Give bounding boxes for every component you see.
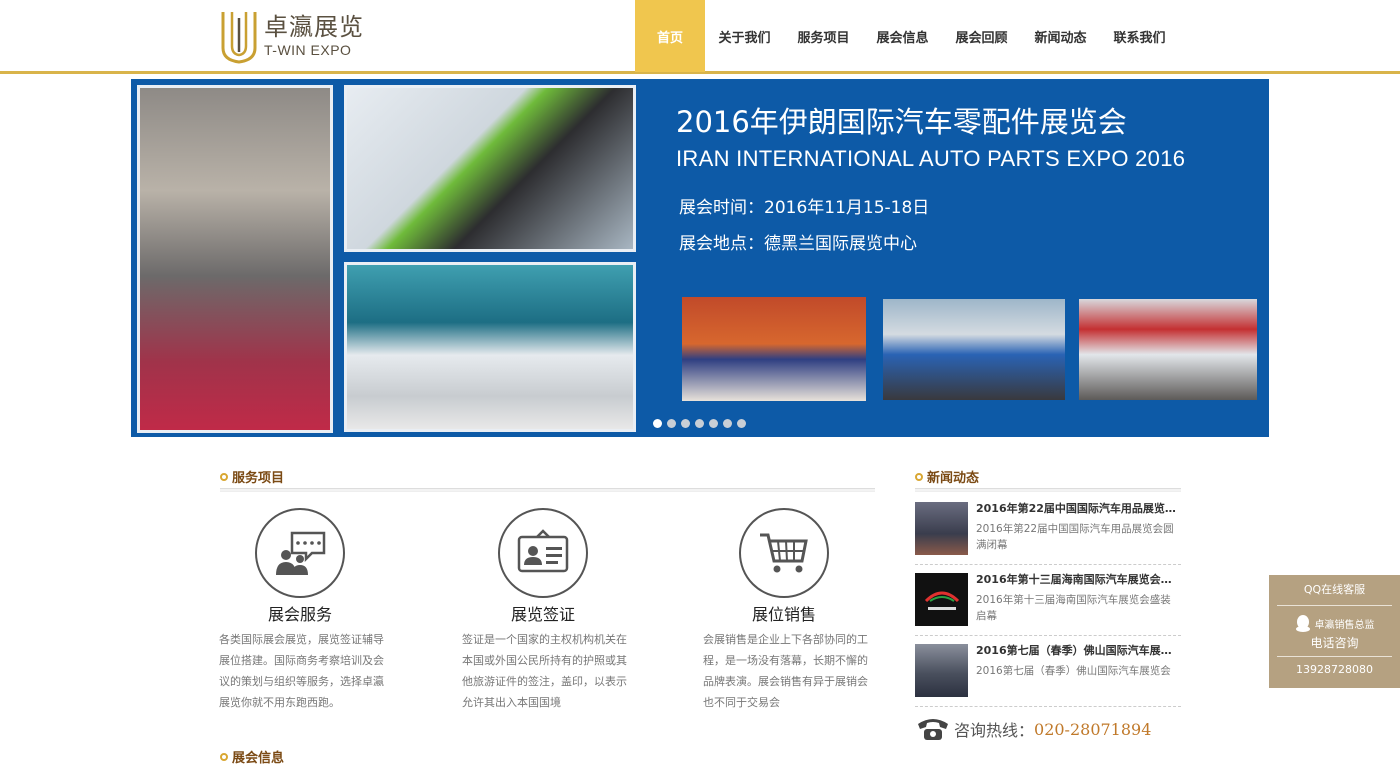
service-title[interactable]: 展览签证: [462, 601, 624, 625]
news-thumbnail: [915, 573, 968, 626]
news-item[interactable]: 2016第七届（春季）佛山国际汽车展… 2016第七届（春季）佛山国际汽车展览会: [915, 641, 1181, 707]
news-heading: 新闻动态: [915, 467, 979, 486]
carousel-dot[interactable]: [681, 419, 690, 428]
banner-title: 2016年伊朗国际汽车零配件展览会: [676, 105, 1127, 139]
logo-chinese-name: 卓瀛展览: [264, 13, 364, 41]
nav-expo-review[interactable]: 展会回顾: [942, 0, 1021, 72]
nav-about[interactable]: 关于我们: [705, 0, 784, 72]
service-card-visa: 展览签证 签证是一个国家的主权机构机关在本国或外国公民所持有的护照或其他旅游证件…: [462, 508, 692, 713]
site-logo[interactable]: 卓瀛展览 T-WIN EXPO: [220, 8, 364, 64]
carousel-dot[interactable]: [695, 419, 704, 428]
carousel-dot[interactable]: [667, 419, 676, 428]
carousel-dots: [653, 419, 746, 428]
banner-expo-place: 展会地点：德黑兰国际展览中心: [679, 234, 917, 254]
service-description: 签证是一个国家的主权机构机关在本国或外国公民所持有的护照或其他旅游证件的签注，盖…: [462, 633, 627, 709]
telephone-icon: [918, 719, 948, 740]
id-card-icon[interactable]: [498, 508, 588, 598]
expo-info-heading: 展会信息: [220, 747, 284, 766]
carousel-dot[interactable]: [709, 419, 718, 428]
logo-english-name: T-WIN EXPO: [264, 42, 352, 58]
news-thumbnail: [915, 502, 968, 555]
news-title[interactable]: 2016年第十三届海南国际汽车展览会…: [976, 572, 1181, 588]
carousel-dot[interactable]: [653, 419, 662, 428]
qq-service-panel: QQ在线客服 卓瀛销售总监 电话咨询 13928728080: [1269, 575, 1400, 688]
qq-phone-label: 电话咨询: [1277, 634, 1392, 657]
services-divider: [220, 488, 875, 492]
qq-penguin-icon: [1295, 615, 1310, 632]
news-summary: 2016年第十三届海南国际汽车展览会盛装启幕: [976, 594, 1171, 622]
news-summary: 2016年第22届中国国际汽车用品展览会圆满闭幕: [976, 523, 1174, 551]
services-heading: 服务项目: [220, 467, 284, 486]
service-description: 会展销售是企业上下各部协同的工程，是一场没有落幕，长期不懈的品牌表演。展会销售有…: [703, 633, 868, 709]
banner-photo-kayhan-booth: [344, 262, 636, 432]
qq-agent-name: 卓瀛销售总监: [1314, 619, 1375, 631]
banner-photo-outdoor-area: [1079, 299, 1257, 400]
nav-home[interactable]: 首页: [635, 0, 705, 72]
qq-agent-link[interactable]: 卓瀛销售总监: [1269, 614, 1400, 632]
services-heading-text[interactable]: 服务项目: [232, 467, 284, 486]
service-card-expo: 展会服务 各类国际展会展览，展览签证辅导展位搭建。国际商务考察培训及会议的策划与…: [219, 508, 449, 713]
bullet-circle-icon: [220, 472, 228, 481]
service-title[interactable]: 展会服务: [219, 601, 381, 625]
expo-info-heading-text[interactable]: 展会信息: [232, 747, 284, 766]
nav-news[interactable]: 新闻动态: [1021, 0, 1100, 72]
service-description: 各类国际展会展览，展览签证辅导展位搭建。国际商务考察培训及会议的策划与组织等服务…: [219, 633, 384, 709]
nav-expo-info[interactable]: 展会信息: [863, 0, 942, 72]
hotline-label: 咨询热线：: [954, 721, 1035, 740]
main-nav: 首页 关于我们 服务项目 展会信息 展会回顾 新闻动态 联系我们: [635, 0, 1179, 72]
banner-expo-time: 展会时间：2016年11月15-18日: [679, 198, 930, 218]
news-title[interactable]: 2016年第22届中国国际汽车用品展览…: [976, 501, 1181, 517]
site-header: 卓瀛展览 T-WIN EXPO 首页 关于我们 服务项目 展会信息 展会回顾 新…: [0, 0, 1400, 74]
news-summary: 2016第七届（春季）佛山国际汽车展览会: [976, 665, 1171, 677]
logo-mark-icon: [221, 12, 257, 64]
hotline-number[interactable]: 020-28071894: [1034, 720, 1151, 739]
shopping-cart-icon[interactable]: [739, 508, 829, 598]
bullet-circle-icon: [220, 752, 228, 761]
hero-banner[interactable]: 2016年伊朗国际汽车零配件展览会 IRAN INTERNATIONAL AUT…: [131, 79, 1269, 437]
service-title[interactable]: 展位销售: [703, 601, 865, 625]
qq-panel-title: QQ在线客服: [1277, 575, 1392, 606]
carousel-dot[interactable]: [737, 419, 746, 428]
banner-subtitle: IRAN INTERNATIONAL AUTO PARTS EXPO 2016: [676, 146, 1186, 171]
news-title[interactable]: 2016第七届（春季）佛山国际汽车展…: [976, 643, 1181, 659]
banner-photo-flags: [682, 297, 866, 401]
banner-photo-sevendiamonds-booth: [344, 85, 636, 252]
banner-photo-booth-visitors: [883, 299, 1065, 400]
news-heading-text[interactable]: 新闻动态: [927, 467, 979, 486]
news-divider: [915, 488, 1181, 492]
chat-people-icon[interactable]: [255, 508, 345, 598]
banner-photo-hall-aisle: [137, 85, 333, 433]
news-thumbnail: [915, 644, 968, 697]
qq-phone-number[interactable]: 13928728080: [1269, 663, 1400, 676]
hotline: 咨询热线： 020-28071894: [916, 716, 1151, 742]
carousel-dot[interactable]: [723, 419, 732, 428]
bullet-circle-icon: [915, 472, 923, 481]
news-item[interactable]: 2016年第22届中国国际汽车用品展览… 2016年第22届中国国际汽车用品展览…: [915, 499, 1181, 565]
service-card-booth-sales: 展位销售 会展销售是企业上下各部协同的工程，是一场没有落幕，长期不懈的品牌表演。…: [703, 508, 933, 713]
news-item[interactable]: 2016年第十三届海南国际汽车展览会… 2016年第十三届海南国际汽车展览会盛装…: [915, 570, 1181, 636]
nav-contact[interactable]: 联系我们: [1100, 0, 1179, 72]
nav-services[interactable]: 服务项目: [784, 0, 863, 72]
